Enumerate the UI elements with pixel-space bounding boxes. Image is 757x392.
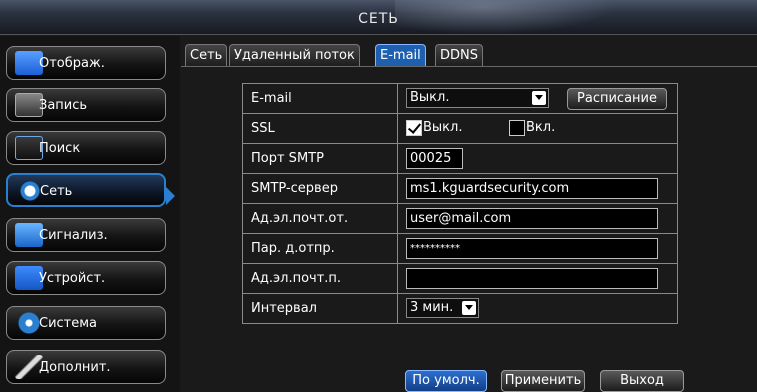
sender-email-input[interactable]: user@mail.com xyxy=(406,208,658,229)
interval-label: Интервал xyxy=(243,294,398,323)
sender-label: Ад.эл.почт.от. xyxy=(243,204,398,233)
chevron-down-icon[interactable] xyxy=(462,301,476,315)
title-bar: СЕТЬ xyxy=(0,0,757,35)
sidebar-item-label: Устройст. xyxy=(39,271,106,286)
smtp-server-label: SMTP-сервер xyxy=(243,174,398,203)
password-label: Пар. д.отпр. xyxy=(243,234,398,263)
sidebar-item-label: Сеть xyxy=(40,184,73,199)
apply-button[interactable]: Применить xyxy=(501,370,585,392)
sidebar-item-device[interactable]: Устройст. xyxy=(6,261,166,295)
sidebar-item-alarm[interactable]: Сигнализ. xyxy=(6,218,166,252)
interval-value: 3 мин. xyxy=(410,300,454,315)
active-indicator-arrow xyxy=(166,187,175,205)
row-email: E-mail Выкл. Расписание xyxy=(242,84,678,114)
email-enable-select[interactable]: Выкл. xyxy=(406,88,549,108)
sidebar-item-search[interactable]: Поиск xyxy=(6,131,166,165)
smtp-port-label: Порт SMTP xyxy=(243,144,398,173)
email-enable-value: Выкл. xyxy=(410,90,450,105)
row-password: Пар. д.отпр. ********** xyxy=(242,234,678,264)
window-title: СЕТЬ xyxy=(358,11,399,27)
ssl-on-label: Вкл. xyxy=(526,120,556,135)
sidebar-item-advanced[interactable]: Дополнит. xyxy=(6,350,166,384)
row-smtp-server: SMTP-сервер ms1.kguardsecurity.com xyxy=(242,174,678,204)
schedule-button[interactable]: Расписание xyxy=(567,88,667,110)
sidebar-item-label: Запись xyxy=(39,98,88,113)
tab-email[interactable]: E-mail xyxy=(375,44,426,66)
default-button[interactable]: По умолч. xyxy=(405,370,487,392)
sidebar-item-system[interactable]: Система xyxy=(6,306,166,340)
ssl-off-label: Выкл. xyxy=(423,120,463,135)
sidebar-item-label: Система xyxy=(39,316,98,331)
tab-network[interactable]: Сеть xyxy=(185,44,228,66)
interval-select[interactable]: 3 мин. xyxy=(406,298,479,318)
tab-remote-stream[interactable]: Удаленный поток xyxy=(229,44,360,66)
ssl-off-checkbox[interactable] xyxy=(406,120,422,136)
receiver-email-input[interactable] xyxy=(406,268,658,289)
tab-ddns[interactable]: DDNS xyxy=(435,44,483,66)
main-panel: Сеть Удаленный поток E-mail DDNS E-mail … xyxy=(181,36,757,392)
row-receiver: Ад.эл.почт.п. xyxy=(242,264,678,294)
ssl-on-checkbox[interactable] xyxy=(509,120,525,136)
tab-divider xyxy=(181,66,757,67)
sidebar: Отображ. Запись Поиск Сеть Сигнализ. Уст… xyxy=(0,36,180,392)
sidebar-item-label: Отображ. xyxy=(39,56,105,71)
row-smtp-port: Порт SMTP 00025 xyxy=(242,144,678,174)
sidebar-item-label: Дополнит. xyxy=(39,360,111,375)
chevron-down-icon[interactable] xyxy=(532,91,546,105)
sidebar-item-network[interactable]: Сеть xyxy=(6,173,166,207)
sidebar-item-label: Поиск xyxy=(39,141,81,156)
sidebar-item-display[interactable]: Отображ. xyxy=(6,46,166,80)
smtp-server-input[interactable]: ms1.kguardsecurity.com xyxy=(406,178,658,199)
receiver-label: Ад.эл.почт.п. xyxy=(243,264,398,293)
password-input[interactable]: ********** xyxy=(406,238,658,259)
row-interval: Интервал 3 мин. xyxy=(242,294,678,324)
ssl-label: SSL xyxy=(243,114,398,143)
row-ssl: SSL Выкл. Вкл. xyxy=(242,114,678,144)
smtp-port-input[interactable]: 00025 xyxy=(406,148,463,169)
email-label: E-mail xyxy=(243,84,398,113)
email-settings-form: E-mail Выкл. Расписание SSL Выкл. Вкл. П… xyxy=(242,83,678,324)
sidebar-item-label: Сигнализ. xyxy=(39,228,108,243)
sidebar-item-record[interactable]: Запись xyxy=(6,88,166,122)
row-sender: Ад.эл.почт.от. user@mail.com xyxy=(242,204,678,234)
exit-button[interactable]: Выход xyxy=(600,370,684,392)
